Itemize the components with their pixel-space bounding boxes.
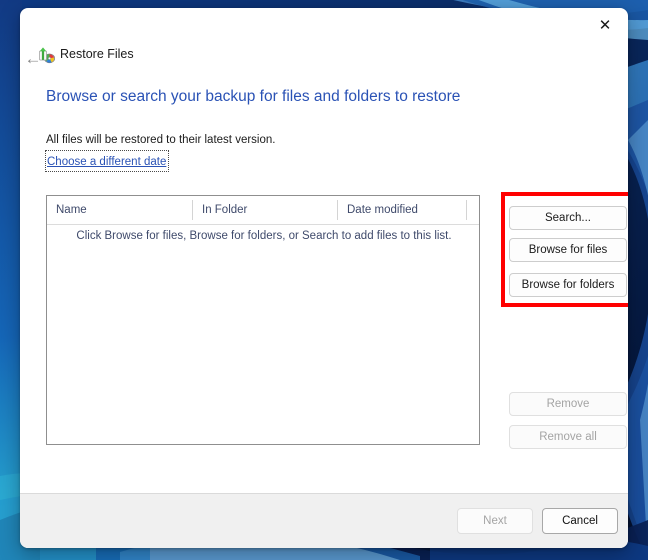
cancel-button[interactable]: Cancel [542, 508, 618, 534]
window-nav-row: ← Restore Files [20, 42, 628, 74]
close-icon[interactable]: ✕ [582, 8, 628, 42]
restore-version-note: All files will be restored to their late… [46, 134, 276, 146]
browse-for-folders-button[interactable]: Browse for folders [509, 273, 627, 297]
choose-a-different-date-link[interactable]: Choose a different date [47, 156, 166, 168]
app-title: Restore Files [60, 47, 134, 61]
restore-files-icon [38, 46, 56, 64]
dialog-footer: Next Cancel [20, 493, 628, 548]
column-divider[interactable] [466, 200, 467, 220]
restore-files-window: ✕ ← Restore Files Browse or search your [20, 8, 628, 548]
next-button[interactable]: Next [457, 508, 533, 534]
column-header-in-folder[interactable]: In Folder [193, 196, 337, 224]
remove-all-button[interactable]: Remove all [509, 425, 627, 449]
restore-file-list[interactable]: Name In Folder Date modified Click Brows… [46, 195, 480, 445]
column-header-name[interactable]: Name [47, 196, 192, 224]
search-button[interactable]: Search... [509, 206, 627, 230]
page-title: Browse or search your backup for files a… [46, 88, 461, 105]
list-empty-message: Click Browse for files, Browse for folde… [76, 230, 452, 242]
choose-date-link-focus-ring: Choose a different date [45, 150, 170, 172]
list-column-header-row: Name In Folder Date modified [47, 196, 479, 225]
window-titlebar: ✕ [20, 8, 628, 44]
column-header-date-modified[interactable]: Date modified [338, 196, 466, 224]
remove-button[interactable]: Remove [509, 392, 627, 416]
browse-for-files-button[interactable]: Browse for files [509, 238, 627, 262]
